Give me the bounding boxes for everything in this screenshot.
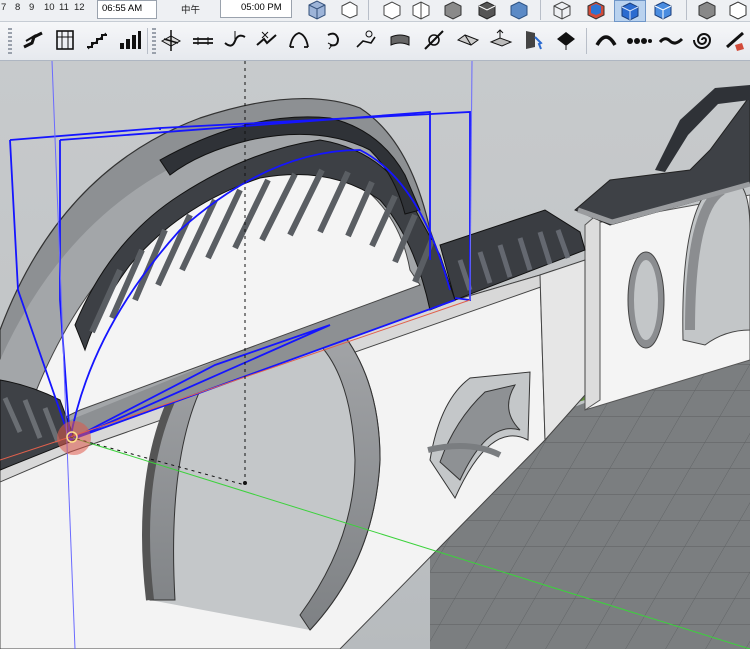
monochrome-style-icon[interactable] [696,0,718,20]
paint-bucket-icon [557,32,575,50]
shaded-style-button[interactable] [614,0,646,22]
bar-graph-icon [120,31,141,49]
hidden-line-style-icon[interactable] [585,0,607,20]
toolbar-separator [368,0,369,20]
section-plane-icon [726,31,744,51]
toolbar-grip[interactable] [8,28,12,54]
stamp-icon [256,31,277,46]
toolbar-button-sandbox-contours[interactable] [20,27,46,53]
wall-tool-icon [56,30,74,50]
extrude-icon [424,30,444,50]
selection-tool-icon [526,31,543,50]
wave-icon [658,37,684,45]
shadow-tick: 8 [15,2,21,13]
view-bottom-icon[interactable] [508,0,530,20]
inference-point [243,481,247,485]
model-viewport[interactable] [0,61,750,649]
origin-marker [57,421,91,455]
toolbar-button-sandbox-scratch[interactable] [158,27,184,53]
toolbar-button-select[interactable] [521,27,547,53]
toolbar-separator [686,0,687,20]
shadow-settings-bar: 7 8 9 10 11 12 06:55 AM 中午 05:00 PM [0,0,750,22]
push-pull-surface-icon [489,29,513,47]
far-wall [574,85,750,411]
drape-icon [289,32,309,48]
toolbar-button-spiral[interactable] [691,27,717,53]
view-right-icon[interactable] [410,0,432,20]
stair-tool-icon [87,32,107,50]
toolbar-button-flat-line[interactable] [190,27,216,53]
view-top-icon[interactable] [338,0,360,20]
shadow-end-value: 05:00 PM [241,2,282,13]
shadow-tick: 9 [29,2,35,13]
toolbar-button-wave[interactable] [658,27,684,53]
sandbox-from-scratch-icon [160,30,182,51]
soap-skin-icon [456,34,480,46]
sandbox-from-contours-icon [23,31,43,49]
toolbar-button-extrude[interactable] [421,27,447,53]
xray-style-icon[interactable] [551,0,573,20]
view-iso-icon[interactable] [306,0,328,20]
toolbar-button-stamp[interactable] [254,27,280,53]
shadow-time-field[interactable]: 06:55 AM [97,0,157,19]
flat-line-icon [193,37,213,45]
toolbar-button-drape[interactable] [286,27,312,53]
shaded-style-icon [621,2,639,21]
model-scene[interactable] [0,61,750,649]
toolbar-button-section[interactable] [722,27,748,53]
shadow-tick: 7 [1,2,7,13]
view-back-icon[interactable] [442,0,464,20]
shaded-texture-style-icon[interactable] [652,0,674,20]
shadow-tick: 12 [74,2,85,13]
toolbar-grip[interactable] [152,28,156,54]
toolbar-button-smoove[interactable] [222,27,248,53]
add-detail-icon [327,32,340,50]
toolbar-button-bars[interactable] [116,27,142,53]
toolbar-button-flip-edge[interactable] [353,27,379,53]
toolbar-button-stairs[interactable] [84,27,110,53]
toolbar-button-loft[interactable] [387,27,413,53]
toolbar-separator [540,0,541,20]
shadow-tick: 11 [59,2,69,13]
noon-label: 中午 [181,5,201,16]
toolbar-button-paint[interactable] [553,27,579,53]
view-left-icon[interactable] [476,0,498,20]
shadow-end-field[interactable]: 05:00 PM [220,0,292,18]
loft-icon [390,34,410,46]
arch-tool-icon [595,35,617,46]
spiral-icon [693,33,712,49]
shadow-tick: 10 [44,2,55,13]
toolbar-button-push-pull-surface[interactable] [488,27,514,53]
shadow-time-value: 06:55 AM [102,3,143,14]
toolbar-button-add-detail[interactable] [320,27,346,53]
toolbar-button-bead[interactable] [626,27,652,53]
flip-edge-icon [356,30,376,48]
bead-icon [627,38,652,44]
view-front-icon[interactable] [381,0,403,20]
plugin-toolbar [0,22,750,61]
toolbar-button-soap-skin[interactable] [455,27,481,53]
toolbar-separator [147,28,148,54]
toolbar-separator [586,28,587,54]
toolbar-button-wall[interactable] [52,27,78,53]
smoove-icon [224,31,246,47]
edge-style-icon[interactable] [727,0,749,20]
toolbar-button-arch[interactable] [593,27,619,53]
